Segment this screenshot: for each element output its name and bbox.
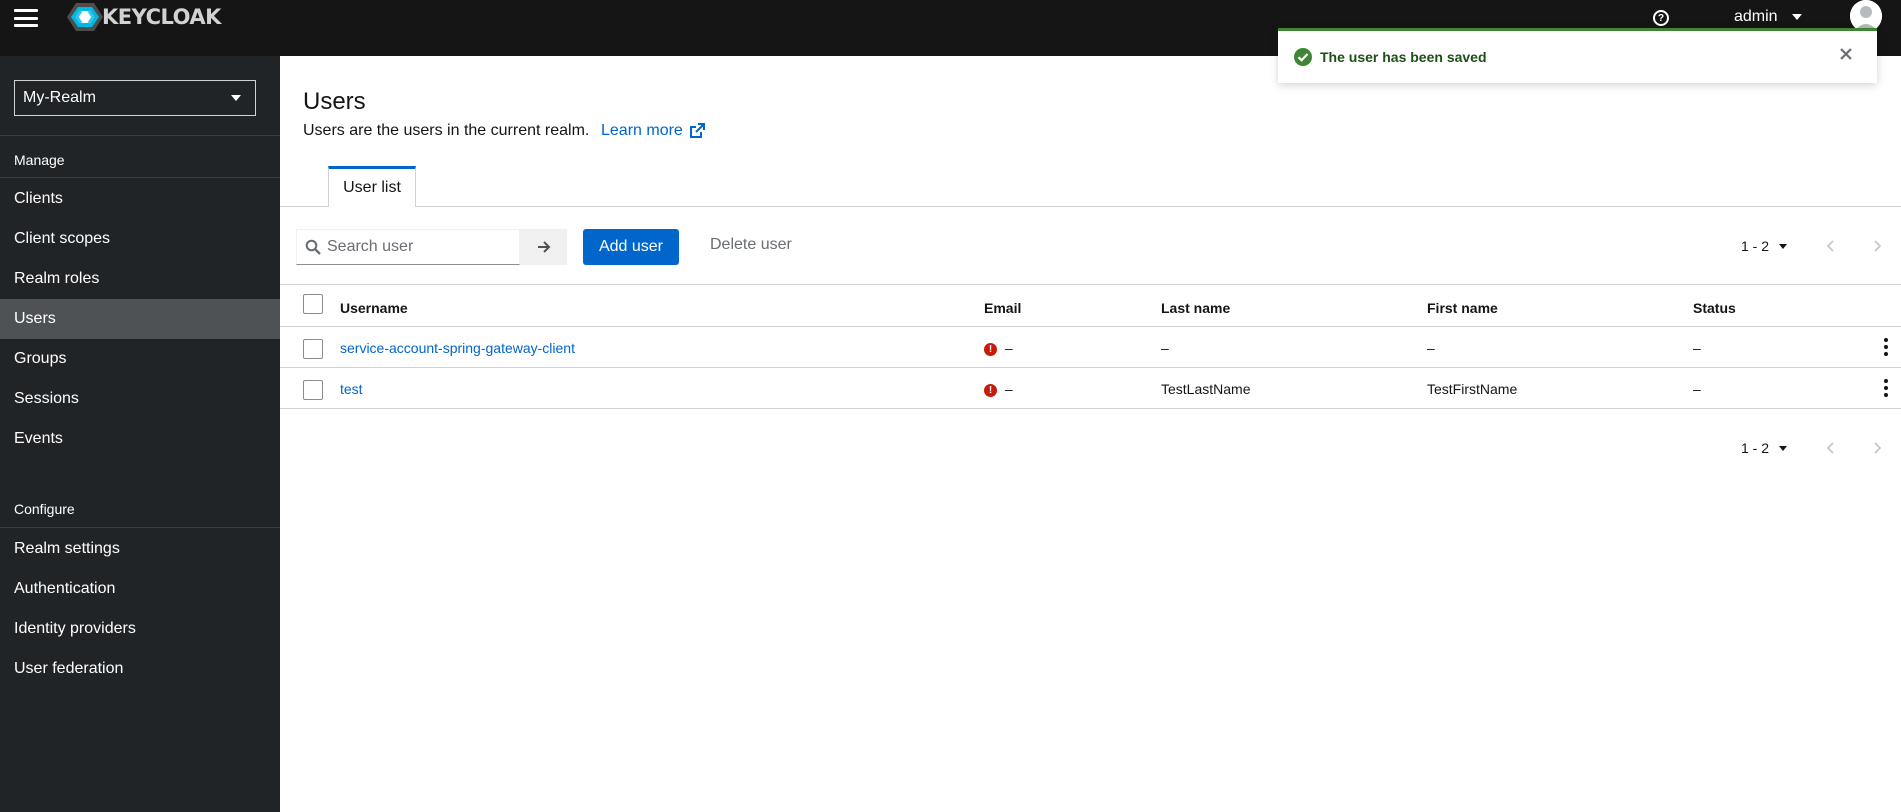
last-name-cell: TestLastName bbox=[1161, 381, 1251, 397]
column-header-email[interactable]: Email bbox=[984, 300, 1021, 316]
caret-down-icon bbox=[231, 95, 241, 101]
username-label: admin bbox=[1734, 8, 1778, 25]
check-circle-icon bbox=[1294, 48, 1312, 66]
page-description: Users are the users in the current realm… bbox=[303, 122, 590, 139]
sidebar-item-groups[interactable]: Groups bbox=[0, 339, 280, 379]
caret-down-icon bbox=[1791, 14, 1802, 20]
first-name-cell: – bbox=[1427, 340, 1435, 356]
sidebar-item-label: Sessions bbox=[14, 390, 79, 407]
sidebar-item-label: Client scopes bbox=[14, 230, 111, 247]
page-title: Users bbox=[303, 88, 366, 115]
previous-page-icon[interactable] bbox=[1823, 238, 1839, 254]
column-header-first-name[interactable]: First name bbox=[1427, 300, 1498, 316]
divider bbox=[0, 135, 280, 136]
add-user-button[interactable]: Add user bbox=[583, 229, 679, 265]
tabs-divider bbox=[280, 206, 1901, 207]
success-toast: The user has been saved bbox=[1278, 28, 1877, 83]
sidebar-item-events[interactable]: Events bbox=[0, 419, 280, 459]
realm-name: My-Realm bbox=[23, 89, 96, 106]
keycloak-logo[interactable]: KEYCLOAK bbox=[66, 1, 221, 33]
search-icon bbox=[305, 239, 321, 255]
status-cell: – bbox=[1693, 340, 1701, 356]
sidebar-item-authentication[interactable]: Authentication bbox=[0, 569, 280, 609]
caret-down-icon bbox=[1779, 445, 1788, 451]
select-all-checkbox[interactable] bbox=[303, 294, 323, 314]
table-divider bbox=[280, 284, 1901, 285]
last-name-cell: – bbox=[1161, 340, 1169, 356]
sidebar-item-users[interactable]: Users bbox=[0, 299, 280, 339]
exclamation-circle-icon: ! bbox=[984, 342, 997, 356]
first-name-cell: TestFirstName bbox=[1427, 381, 1518, 397]
user-dropdown[interactable]: admin bbox=[1734, 8, 1802, 26]
sidebar-item-label: User federation bbox=[14, 660, 124, 677]
sidebar-item-identity-providers[interactable]: Identity providers bbox=[0, 609, 280, 649]
next-page-icon[interactable] bbox=[1869, 238, 1885, 254]
tab-user-list[interactable]: User list bbox=[328, 166, 416, 207]
sidebar-item-label: Identity providers bbox=[14, 620, 136, 637]
sidebar-item-realm-settings[interactable]: Realm settings bbox=[0, 529, 280, 569]
next-page-icon[interactable] bbox=[1869, 440, 1885, 456]
learn-more-link[interactable]: Learn more bbox=[601, 122, 705, 140]
sidebar-item-label: Realm settings bbox=[14, 540, 120, 557]
email-cell: ! – bbox=[984, 340, 1013, 356]
learn-more-label: Learn more bbox=[601, 122, 683, 139]
sidebar-item-label: Authentication bbox=[14, 580, 116, 597]
row-actions-kebab-icon[interactable] bbox=[1883, 338, 1889, 356]
sidebar-item-realm-roles[interactable]: Realm roles bbox=[0, 259, 280, 299]
sidebar-item-label: Events bbox=[14, 430, 63, 447]
pagination-label: 1 - 2 bbox=[1741, 238, 1770, 254]
email-value: – bbox=[1004, 340, 1013, 356]
bottom-pagination-toggle[interactable]: 1 - 2 bbox=[1741, 440, 1788, 456]
hamburger-menu-icon[interactable] bbox=[14, 6, 38, 30]
exclamation-circle-icon: ! bbox=[984, 383, 997, 397]
previous-page-icon[interactable] bbox=[1823, 440, 1839, 456]
sidebar-item-label: Groups bbox=[14, 350, 67, 367]
sidebar-item-sessions[interactable]: Sessions bbox=[0, 379, 280, 419]
toast-message: The user has been saved bbox=[1320, 49, 1487, 65]
sidebar-item-label: Clients bbox=[14, 190, 63, 207]
search-box bbox=[296, 229, 520, 265]
status-cell: – bbox=[1693, 381, 1701, 397]
logo-text: KEYCLOAK bbox=[102, 5, 221, 29]
column-header-last-name[interactable]: Last name bbox=[1161, 300, 1230, 316]
sidebar-item-user-federation[interactable]: User federation bbox=[0, 649, 280, 689]
sidebar-item-label: Users bbox=[14, 310, 56, 327]
search-submit-button[interactable] bbox=[520, 229, 567, 265]
email-value: – bbox=[1004, 381, 1013, 397]
close-icon[interactable] bbox=[1838, 46, 1854, 62]
pagination-toggle[interactable]: 1 - 2 bbox=[1741, 238, 1788, 254]
table-divider bbox=[280, 367, 1901, 368]
realm-selector[interactable]: My-Realm bbox=[14, 80, 256, 116]
external-link-icon bbox=[689, 123, 705, 138]
delete-user-button[interactable]: Delete user bbox=[710, 236, 792, 254]
sidebar-item-client-scopes[interactable]: Client scopes bbox=[0, 219, 280, 259]
table-divider bbox=[280, 326, 1901, 327]
caret-down-icon bbox=[1779, 243, 1788, 249]
row-checkbox[interactable] bbox=[303, 380, 323, 400]
table-divider bbox=[280, 408, 1901, 409]
section-manage: Manage bbox=[14, 152, 65, 168]
username-link[interactable]: service-account-spring-gateway-client bbox=[340, 340, 575, 356]
sidebar-item-label: Realm roles bbox=[14, 270, 100, 287]
sidebar-item-clients[interactable]: Clients bbox=[0, 179, 280, 219]
sidebar: My-Realm Manage Clients Client scopes Re… bbox=[0, 56, 280, 812]
column-header-status[interactable]: Status bbox=[1693, 300, 1736, 316]
column-header-username[interactable]: Username bbox=[340, 300, 408, 316]
search-input[interactable] bbox=[327, 238, 507, 256]
divider bbox=[0, 527, 280, 528]
username-link[interactable]: test bbox=[340, 381, 363, 397]
keycloak-logo-icon bbox=[67, 3, 103, 31]
divider bbox=[0, 177, 280, 178]
section-configure: Configure bbox=[14, 501, 75, 517]
email-cell: ! – bbox=[984, 381, 1013, 397]
pagination-label: 1 - 2 bbox=[1741, 440, 1770, 456]
row-actions-kebab-icon[interactable] bbox=[1883, 379, 1889, 397]
help-icon[interactable]: ? bbox=[1653, 10, 1669, 26]
arrow-right-icon bbox=[537, 241, 550, 253]
row-checkbox[interactable] bbox=[303, 339, 323, 359]
